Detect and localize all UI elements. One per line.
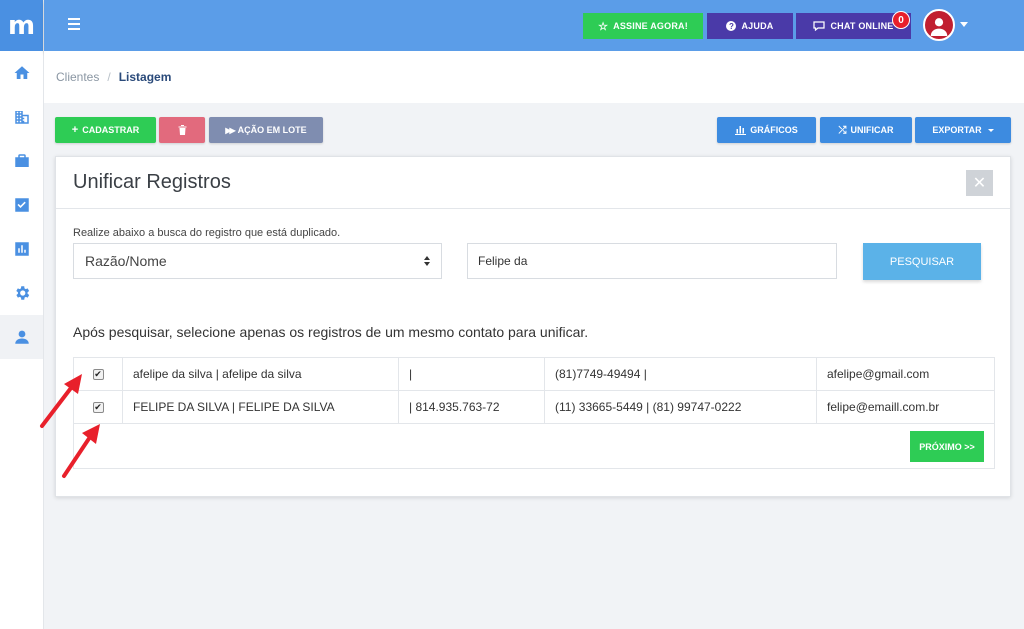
add-client-button[interactable]: + CADASTRAR: [55, 117, 156, 143]
star-icon: ☆: [598, 20, 609, 33]
record-email: felipe@emaill.com.br: [827, 400, 940, 414]
home-icon: [14, 66, 29, 79]
panel-divider: [56, 208, 1010, 209]
briefcase-icon: [14, 154, 29, 167]
sidebar-item-home[interactable]: [0, 51, 43, 95]
shuffle-icon: ⤮: [838, 124, 847, 136]
subscribe-label: ASSINE AGORA!: [613, 21, 688, 31]
sidebar-item-clients[interactable]: [0, 315, 43, 359]
export-label: EXPORTAR: [932, 125, 982, 135]
annotation-arrow-2: [62, 424, 100, 478]
merge-instruction: Após pesquisar, selecione apenas os regi…: [73, 324, 589, 340]
search-field-select[interactable]: Razão/Nome: [73, 243, 442, 279]
row-checkbox[interactable]: ✔: [92, 401, 104, 413]
batch-action-button[interactable]: ▶▶ AÇÃO EM LOTE: [209, 117, 323, 143]
sidebar: m: [0, 0, 44, 629]
user-menu-caret-icon[interactable]: [960, 22, 968, 27]
notification-badge: 0: [892, 11, 910, 29]
sidebar-item-reports[interactable]: [0, 227, 43, 271]
row-checkbox[interactable]: ✔: [92, 368, 104, 380]
record-name: afelipe da silva | afelipe da silva: [123, 358, 399, 390]
next-button[interactable]: PRÓXIMO >>: [910, 431, 984, 462]
merge-records-panel: Unificar Registros ✕ Realize abaixo a bu…: [55, 156, 1011, 497]
help-label: AJUDA: [741, 21, 774, 31]
breadcrumb-clients-link[interactable]: Clientes: [56, 70, 99, 84]
gear-icon: [15, 286, 29, 300]
sidebar-item-settings[interactable]: [0, 271, 43, 315]
records-table: ✔ afelipe da silva | afelipe da silva | …: [73, 357, 995, 469]
search-input[interactable]: [467, 243, 837, 279]
shield-check-icon: [14, 198, 29, 212]
charts-label: GRÁFICOS: [750, 125, 798, 135]
add-client-label: CADASTRAR: [82, 125, 140, 135]
export-dropdown-button[interactable]: EXPORTAR: [915, 117, 1011, 143]
topbar: ☆ ASSINE AGORA! ? AJUDA CHAT ONLINE: [44, 0, 1024, 51]
select-arrows-icon: [424, 256, 430, 266]
plus-icon: +: [71, 124, 79, 136]
bar-chart-icon: [735, 126, 747, 135]
chart-icon: [14, 242, 29, 256]
sidebar-item-companies[interactable]: [0, 95, 43, 139]
record-document: | 814.935.763-72: [399, 391, 545, 423]
search-button[interactable]: PESQUISAR: [863, 243, 981, 280]
search-hint: Realize abaixo a busca do registro que e…: [73, 227, 341, 239]
table-row: ✔ afelipe da silva | afelipe da silva | …: [74, 358, 994, 391]
delete-button[interactable]: [159, 117, 205, 143]
question-icon: ?: [726, 21, 737, 31]
breadcrumb-current: Listagem: [118, 70, 172, 84]
caret-down-icon: [987, 128, 994, 132]
user-icon: [14, 330, 29, 344]
subscribe-button[interactable]: ☆ ASSINE AGORA!: [583, 13, 703, 39]
sidebar-item-tasks[interactable]: [0, 183, 43, 227]
charts-button[interactable]: GRÁFICOS: [717, 117, 816, 143]
record-phone: (11) 33665-5449 | (81) 99747-0222: [545, 391, 817, 423]
table-row: ✔ FELIPE DA SILVA | FELIPE DA SILVA | 81…: [74, 391, 994, 424]
breadcrumb-separator: /: [107, 70, 111, 84]
app-logo[interactable]: m: [0, 0, 43, 51]
trash-icon: [178, 125, 186, 135]
building-icon: [14, 111, 29, 124]
batch-action-label: AÇÃO EM LOTE: [237, 125, 307, 135]
fast-forward-icon: ▶▶: [225, 125, 235, 135]
merge-button[interactable]: ⤮ UNIFICAR: [820, 117, 912, 143]
menu-toggle-icon[interactable]: [68, 18, 80, 30]
user-avatar[interactable]: [923, 9, 955, 41]
close-icon[interactable]: ✕: [966, 170, 993, 196]
record-phone: (81)7749-49494 |: [545, 358, 817, 390]
record-email: afelipe@gmail.com: [827, 367, 930, 381]
record-name: FELIPE DA SILVA | FELIPE DA SILVA: [123, 391, 399, 423]
help-button[interactable]: ? AJUDA: [707, 13, 793, 39]
panel-title: Unificar Registros: [73, 171, 231, 193]
chat-label: CHAT ONLINE: [830, 21, 894, 31]
breadcrumb: Clientes / Listagem: [44, 51, 1024, 103]
avatar-user-icon: [930, 18, 948, 36]
sidebar-item-business[interactable]: [0, 139, 43, 183]
record-document: |: [399, 358, 545, 390]
search-field-value: Razão/Nome: [85, 253, 167, 269]
chat-bubble-icon: [813, 21, 826, 31]
merge-label: UNIFICAR: [850, 125, 894, 135]
